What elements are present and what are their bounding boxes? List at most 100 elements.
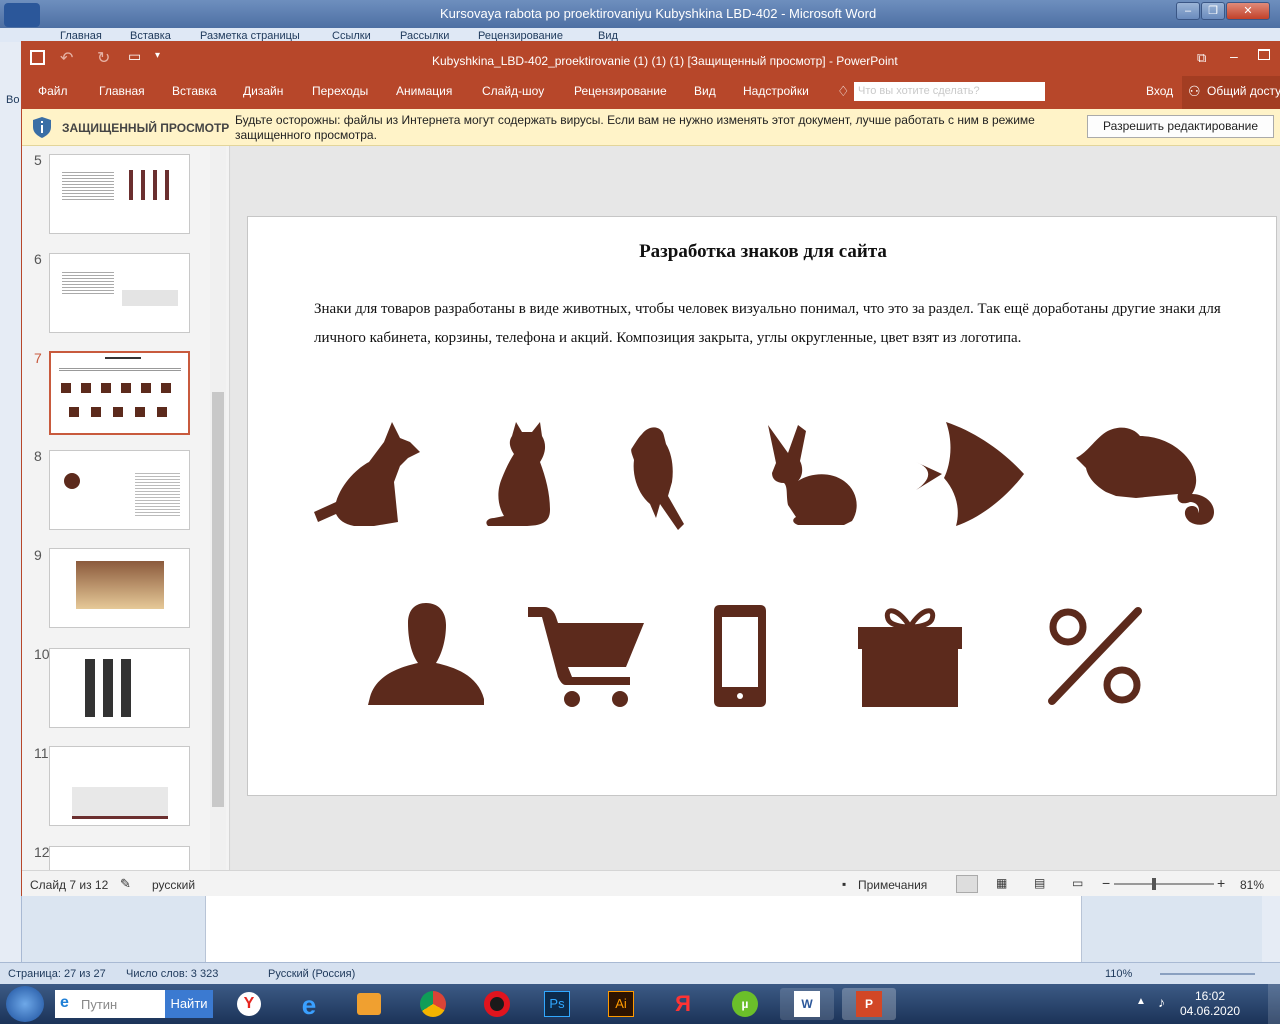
protected-view-message: Будьте осторожны: файлы из Интернета мог… [235,113,1035,142]
percent-icon [1048,607,1142,705]
slide-sorter-icon[interactable]: ▦ [996,876,1007,890]
tab-addins[interactable]: Надстройки [743,84,809,98]
enable-editing-button[interactable]: Разрешить редактирование [1087,115,1274,138]
language-indicator[interactable]: русский [152,878,195,892]
current-slide[interactable]: Разработка знаков для сайта Знаки для то… [247,216,1277,796]
thumbnail-scrollbar[interactable] [210,146,226,870]
word-vertical-ruler: Во [0,42,22,962]
zoom-out-icon[interactable]: − [1102,875,1110,891]
redo-icon[interactable]: ↻ [97,48,110,68]
slide-thumbnail-9[interactable] [49,548,190,628]
minimize-button[interactable]: – [1176,2,1200,20]
word-zoom-slider[interactable] [1160,973,1255,975]
slide-thumbnail-6[interactable] [49,253,190,333]
word-ribbon-tabs: Главная Вставка Разметка страницы Ссылки… [0,28,1280,42]
share-button[interactable]: ⚇ Общий доступ [1182,76,1280,109]
word-app-icon[interactable] [4,3,40,27]
thumb-number: 6 [34,251,42,267]
slide-thumbnail-5[interactable] [49,154,190,234]
start-button[interactable] [6,986,44,1022]
slide-editor: Разработка знаков для сайта Знаки для то… [231,146,1280,870]
slide-thumbnail-8[interactable] [49,450,190,530]
show-desktop-button[interactable] [1268,984,1280,1024]
powerpoint-window: ↶ ↻ ▭ ▾ Kubyshkina_LBD-402_proektirovani… [21,41,1280,896]
illustrator-icon[interactable]: Ai [594,988,648,1020]
restore-button[interactable]: ❐ [1201,2,1225,20]
protected-view-title: ЗАЩИЩЕННЫЙ ПРОСМОТР [62,121,230,135]
word-document-page[interactable] [205,895,1082,965]
slide-thumbnail-11[interactable] [49,746,190,826]
word-page-count[interactable]: Страница: 27 из 27 [8,968,106,980]
slideshow-view-icon[interactable]: ▭ [1072,876,1083,890]
yandex-browser-icon[interactable]: Y [222,988,276,1020]
ppt-ribbon-tabs: Файл Главная Вставка Дизайн Переходы Ани… [22,76,1280,109]
internet-explorer-icon[interactable]: e [282,988,336,1020]
comment-icon: ▪ [842,877,847,891]
cat-icon [486,422,550,526]
tab-review[interactable]: Рецензирование [574,84,667,98]
tell-me-search-input[interactable]: Что вы хотите сделать? [854,82,1045,101]
tab-file[interactable]: Файл [38,84,68,98]
sign-in-link[interactable]: Вход [1146,84,1173,98]
customize-qat-icon[interactable]: ▾ [155,50,160,61]
close-button[interactable]: ✕ [1226,2,1270,20]
slide-thumbnail-7[interactable] [49,351,190,435]
word-word-count[interactable]: Число слов: 3 323 [126,968,218,980]
zoom-slider[interactable] [1114,878,1214,890]
chrome-icon[interactable] [406,988,460,1020]
ribbon-display-icon[interactable]: ⧉ [1197,50,1206,66]
tab-transitions[interactable]: Переходы [312,84,368,98]
tab-design[interactable]: Дизайн [243,84,283,98]
zoom-in-icon[interactable]: + [1217,875,1225,891]
slide-counter: Слайд 7 из 12 [30,878,109,892]
word-taskbar-icon[interactable]: W [780,988,834,1020]
clock-time: 16:02 [1194,989,1226,1003]
slide-thumbnail-12[interactable] [49,846,190,870]
ppt-minimize-icon[interactable]: – [1230,48,1238,64]
slide-title: Разработка знаков для сайта [639,241,887,262]
shield-icon [33,117,51,138]
save-icon[interactable] [30,50,45,65]
word-zoom-level[interactable]: 110% [1105,968,1132,980]
tab-view[interactable]: Вид [694,84,716,98]
tab-insert[interactable]: Вставка [172,84,217,98]
thumb-number: 12 [34,844,50,860]
tab-home[interactable]: Главная [99,84,145,98]
undo-icon[interactable]: ↶ [60,48,73,68]
powerpoint-taskbar-icon[interactable]: P [842,988,896,1020]
person-icon: ⚇ [1188,83,1201,99]
zoom-percent[interactable]: 81% [1240,878,1264,892]
gift-icon [858,608,962,707]
thumb-number: 7 [34,350,42,366]
volume-icon[interactable]: ♪ [1158,994,1165,1010]
word-window-title: Kursovaya rabota po proektirovaniyu Kuby… [440,6,877,21]
spellcheck-icon[interactable]: ✎ [120,876,131,892]
dog-icon [314,422,420,526]
tray-expand-icon[interactable]: ▲ [1136,996,1146,1007]
find-button[interactable]: Найти [165,990,213,1018]
photoshop-icon[interactable]: Ps [530,988,584,1020]
cart-icon [528,607,644,707]
slideshow-start-icon[interactable]: ▭ [128,48,141,65]
yandex-icon[interactable]: Я [656,988,710,1020]
media-player-icon[interactable] [342,988,396,1020]
slide-thumbnail-10[interactable] [49,648,190,728]
slide-thumbnail-pane: 5 6 7 8 9 10 11 12 [22,146,230,870]
opera-icon[interactable] [470,988,524,1020]
normal-view-icon[interactable] [956,875,978,893]
yandex-search-input[interactable]: Путин [55,990,165,1018]
notes-button[interactable]: Примечания [858,878,927,892]
share-label: Общий доступ [1207,84,1280,98]
word-language[interactable]: Русский (Россия) [268,968,355,980]
windows-taskbar: Путин e Найти Y e Ps Ai Я µ W P ▲ ♪ 16:0… [0,984,1280,1024]
thumb-number: 8 [34,448,42,464]
ppt-maximize-icon[interactable] [1258,49,1270,60]
ppt-titlebar: ↶ ↻ ▭ ▾ Kubyshkina_LBD-402_proektirovani… [22,42,1280,76]
utorrent-icon[interactable]: µ [718,988,772,1020]
thumb-number: 5 [34,152,42,168]
ppt-statusbar: Слайд 7 из 12 ✎ русский ▪ Примечания ▦ ▤… [22,870,1280,896]
tab-animations[interactable]: Анимация [396,84,452,98]
tab-slideshow[interactable]: Слайд-шоу [482,84,544,98]
reading-view-icon[interactable]: ▤ [1034,876,1045,890]
system-clock[interactable]: 16:02 04.06.2020 [1180,989,1240,1019]
